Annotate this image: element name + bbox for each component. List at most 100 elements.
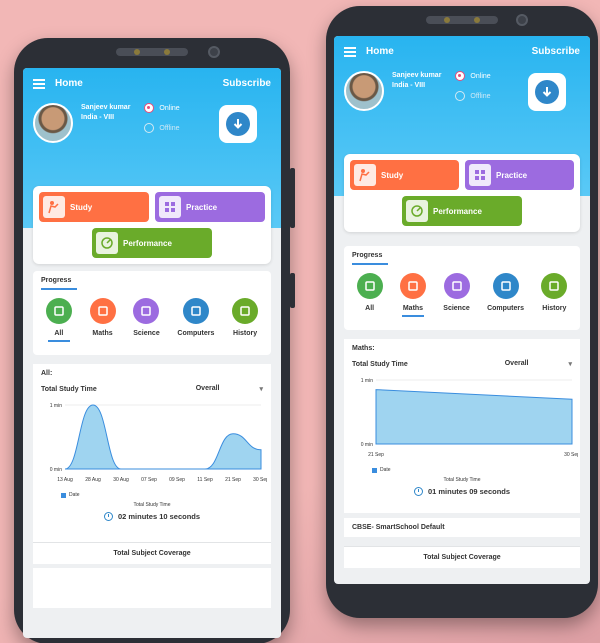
phone-speaker [426,16,498,24]
metric-label: Total Study Time [352,360,408,368]
subject-label: Computers [177,330,215,337]
x-tick-label: 30 Sep [253,477,267,483]
practice-icon [159,196,181,218]
study-time-chart: 0 min 1 min 21 Sep 30 Sep [361,378,580,458]
phone-camera [516,14,528,26]
phone-side-button [290,168,295,228]
subject-tab-science[interactable]: Science [443,273,470,317]
profile-section: Sanjeev kumar India - VIII Online Offlin… [344,71,580,111]
user-info: Sanjeev kumar India - VIII [81,103,130,123]
clock-icon [413,487,423,496]
subject-tab-all[interactable]: All [356,273,383,317]
subject-tab-history[interactable]: History [232,298,259,342]
top-bar: Home Subscribe [33,78,271,89]
subject-tab-maths[interactable]: Maths [89,298,116,342]
subject-tab-science[interactable]: Science [133,298,160,342]
x-tick-label: 11 Sep [197,477,213,483]
status-radio-group: Online Offline [144,103,180,143]
range-dropdown[interactable]: Overall ▾ [196,385,263,393]
legend-label: Date [69,492,80,498]
chevron-down-icon: ▾ [568,361,572,368]
actions-card: Study Practice Performance [344,154,580,232]
menu-icon[interactable] [344,46,356,57]
chart-heading: Maths: [352,345,375,352]
subject-tab-history[interactable]: History [541,273,568,317]
subject-label: History [233,330,258,337]
offline-radio[interactable]: Offline [144,123,180,133]
total-time: 01 minutes 09 seconds [352,487,572,496]
x-tick-label: 07 Sep [141,477,157,483]
download-button[interactable] [219,105,257,143]
subject-label: All [365,305,375,312]
legend-swatch [372,467,377,473]
chart-legend: Date [61,492,263,498]
performance-button[interactable]: Performance [402,196,522,226]
study-label: Study [70,202,93,212]
subject-tab-computers[interactable]: Computers [487,273,524,317]
board-label: CBSE- SmartSchool Default [344,518,580,537]
y-tick-label: 0 min [361,442,373,448]
subscribe-link[interactable]: Subscribe [223,78,271,89]
chart-icon [45,298,72,324]
study-icon [43,196,65,218]
subject-tab-maths[interactable]: Maths [399,273,426,317]
profile-section: Sanjeev kumar India - VIII Online Offlin… [33,103,271,143]
page-title: Home [55,78,83,89]
progress-title: Progress [33,271,271,290]
offline-radio[interactable]: Offline [455,91,491,101]
range-value: Overall [504,360,529,367]
performance-label: Performance [123,238,172,248]
legend-label: Date [380,467,391,473]
y-tick-label: 1 min [361,378,373,384]
user-name: Sanjeev kumar [81,104,131,111]
avatar[interactable] [33,103,73,143]
practice-icon [469,164,491,186]
subject-coverage-header[interactable]: Total Subject Coverage [344,546,580,568]
user-name: Sanjeev kumar [392,72,442,79]
subject-tabs: All Maths Science Computers History [33,290,271,346]
practice-button[interactable]: Practice [155,192,265,222]
download-icon [226,112,250,136]
y-tick-label: 0 min [50,467,62,473]
page-title: Home [366,46,394,57]
subject-coverage-header[interactable]: Total Subject Coverage [33,542,271,564]
online-radio[interactable]: Online [455,71,491,81]
performance-icon [96,232,118,254]
monitor-icon [182,298,209,324]
online-radio[interactable]: Online [144,103,180,113]
chart-card: Maths: Total Study Time Overall ▾ 0 min 1 … [344,339,580,513]
range-dropdown[interactable]: Overall ▾ [505,360,572,368]
progress-card: Progress All Maths Science Computers History [344,246,580,330]
calculator-icon [399,273,426,299]
chart-icon [356,273,383,299]
chart-legend: Date [372,467,572,473]
series-area [64,404,262,470]
practice-button[interactable]: Practice [465,160,574,190]
chart-card: All: Total Study Time Overall ▾ 0 min 1 mi… [33,364,271,542]
study-button[interactable]: Study [350,160,459,190]
subject-label: Maths [402,305,424,312]
progress-card: Progress All Maths Science Computers History [33,271,271,355]
left-phone: Home Subscribe Sanjeev kumar India - VII… [14,38,295,643]
monitor-icon [492,273,519,299]
calculator-icon [89,298,116,324]
performance-label: Performance [433,206,482,216]
performance-icon [406,200,428,222]
selected-indicator [47,340,70,342]
study-button[interactable]: Study [39,192,149,222]
menu-icon[interactable] [33,78,45,89]
subject-tab-all[interactable]: All [45,298,72,342]
selected-indicator [401,315,424,317]
user-class: India - VIII [392,82,426,89]
subscribe-link[interactable]: Subscribe [532,46,580,57]
performance-button[interactable]: Performance [92,228,212,258]
subject-label: Science [133,330,160,337]
avatar[interactable] [344,71,384,111]
x-tick-label: 28 Aug [85,477,101,483]
study-time-chart: 0 min 1 min 13 Aug 28 Aug 30 Aug 07 Sep 09 Sep… [50,403,269,483]
x-tick-label: 21 Sep [368,452,384,458]
subject-tab-computers[interactable]: Computers [177,298,214,342]
atom-icon [443,273,470,299]
total-caption: Total Study Time [133,502,171,508]
download-button[interactable] [528,73,566,111]
